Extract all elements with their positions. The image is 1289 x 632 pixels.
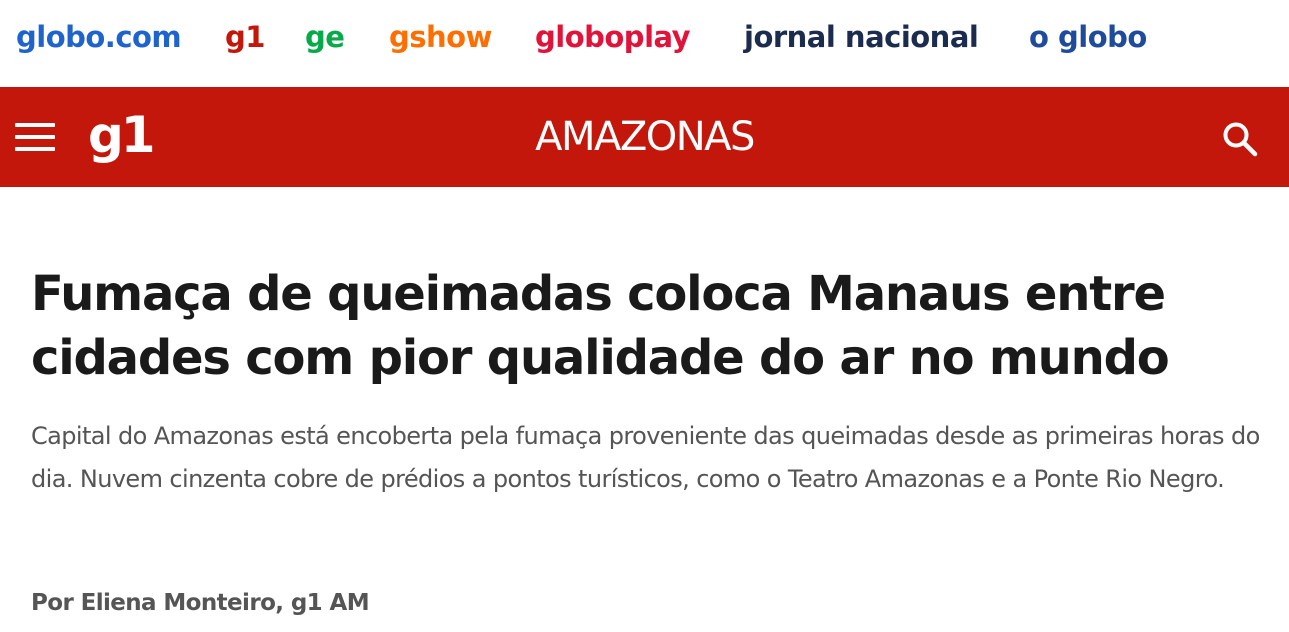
network-link-globocom[interactable]: globo.com	[16, 18, 182, 56]
globo-network-bar: globo.com g1 ge gshow globoplay jornal n…	[0, 0, 1289, 87]
search-icon-graphic	[1223, 122, 1258, 157]
g1-header: g1 AMAZONAS	[0, 87, 1289, 187]
network-link-globoplay[interactable]: globoplay	[535, 18, 691, 56]
network-link-jornal-nacional[interactable]: jornal nacional	[744, 18, 979, 56]
network-link-o-globo[interactable]: o globo	[1029, 18, 1147, 56]
network-link-gshow[interactable]: gshow	[389, 18, 492, 56]
article-headline: Fumaça de queimadas coloca Manaus entre …	[31, 266, 1170, 386]
article-byline: Por Eliena Monteiro, g1 AM	[31, 590, 370, 616]
network-link-ge[interactable]: ge	[305, 18, 345, 56]
section-title[interactable]: AMAZONAS	[0, 111, 1289, 163]
network-link-g1[interactable]: g1	[225, 18, 265, 56]
search-icon[interactable]	[1220, 119, 1260, 159]
article-subtitle: Capital do Amazonas está encoberta pela …	[31, 422, 1260, 493]
